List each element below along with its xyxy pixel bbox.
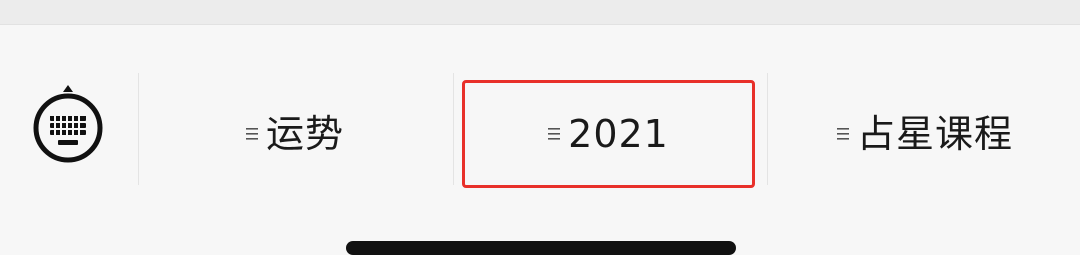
keyboard-icon [33,85,103,163]
menu-item-astrology-course[interactable]: 占星课程 [800,80,1050,188]
divider [138,73,139,185]
menu-item-label: 运势 [265,112,344,156]
menu-item-label: 2021 [568,112,669,156]
list-icon [548,128,561,140]
menu-item-fortune[interactable]: 运势 [170,80,420,188]
menu-item-label: 占星课程 [856,112,1013,156]
list-icon [836,128,849,140]
keyboard-toggle-button[interactable] [30,83,106,165]
divider [767,73,768,185]
top-strip [0,0,1080,25]
home-indicator [346,241,736,255]
custom-menu-bar: 运势 2021 占星课程 [0,25,1080,188]
divider [453,73,454,185]
menu-item-2021[interactable]: 2021 [462,80,755,188]
list-icon [245,128,258,140]
